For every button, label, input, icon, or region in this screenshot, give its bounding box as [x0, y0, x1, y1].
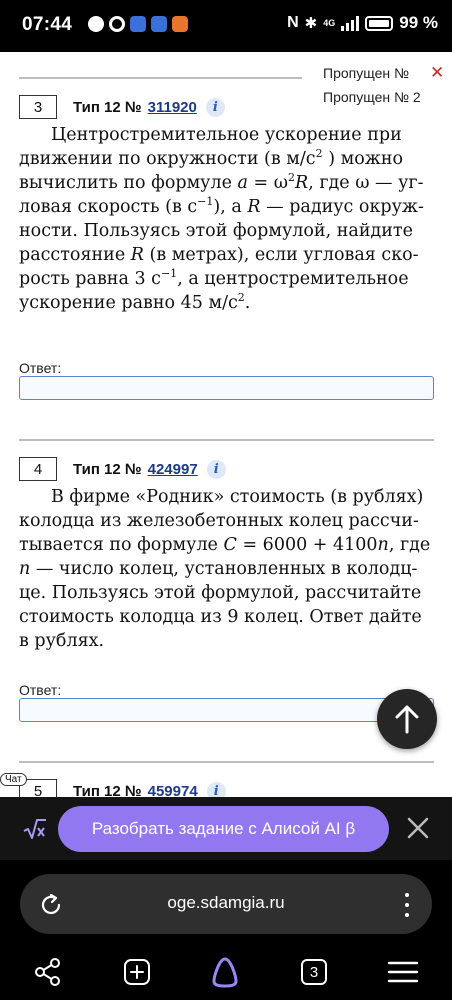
network-type: 4G [323, 17, 336, 28]
separator [19, 439, 434, 441]
tabs-count: 3 [301, 959, 327, 985]
hamburger-icon [387, 961, 419, 983]
status-bar: 07:44 N ✱ 4G 99 % [0, 0, 452, 52]
task-number: 3 [19, 95, 57, 119]
arrow-up-icon [395, 705, 419, 734]
status-time: 07:44 [22, 14, 73, 35]
plus-square-icon [124, 959, 150, 985]
alice-button[interactable] [207, 954, 243, 990]
chat-notification-icon [88, 16, 104, 32]
system-icons: N ✱ 4G 99 % [287, 13, 438, 33]
tabs-button[interactable]: 3 [296, 954, 332, 990]
task-header: 4 Тип 12 № 424997 i [19, 457, 226, 481]
more-icon[interactable] [404, 893, 410, 917]
app-notification-icon [130, 16, 146, 32]
chat-badge[interactable]: Чат [0, 773, 27, 786]
battery-percent: 99 % [399, 13, 438, 32]
task-number: 4 [19, 457, 57, 481]
sqrt-icon[interactable] [22, 816, 48, 842]
task-id-link[interactable]: 311920 [148, 99, 197, 116]
task-text: В фирме «Родник» стоимость (в рублях) ко… [19, 487, 431, 651]
answer-label: Ответ: [19, 360, 62, 376]
address-bar[interactable]: oge.sdamgia.ru [20, 874, 432, 934]
answer-input[interactable] [19, 376, 434, 400]
new-tab-button[interactable] [119, 954, 155, 990]
ring-notification-icon [109, 16, 125, 32]
close-icon[interactable] [404, 814, 432, 842]
info-icon[interactable]: i [205, 97, 225, 117]
close-icon[interactable]: ✕ [430, 63, 444, 83]
alice-icon [212, 957, 238, 988]
info-icon[interactable]: i [206, 459, 226, 479]
share-button[interactable] [30, 954, 66, 990]
menu-button[interactable] [385, 954, 421, 990]
task-text: Центростремительное ускорение при движен… [19, 125, 424, 313]
task-type-label: Тип 12 № [73, 98, 142, 116]
bluetooth-icon: ✱ [304, 15, 318, 32]
notification-icons [88, 16, 188, 32]
battery-icon [365, 15, 394, 31]
bottom-nav: 3 [0, 954, 452, 990]
nfc-icon: N [287, 14, 299, 31]
heart-notification-icon [172, 16, 188, 32]
separator [19, 77, 302, 79]
alice-bar: Разобрать задание с Алисой AI β [0, 797, 452, 860]
scroll-up-button[interactable] [377, 689, 437, 749]
share-icon [35, 958, 60, 986]
missed-item-2[interactable]: Пропущен № 2 [323, 89, 421, 105]
answer-label: Ответ: [19, 682, 62, 698]
separator [19, 761, 434, 763]
alice-explain-button[interactable]: Разобрать задание с Алисой AI β [58, 806, 389, 852]
task-header: 3 Тип 12 № 311920 i [19, 95, 225, 119]
signal-icon [341, 15, 360, 31]
app-notification-icon-2 [151, 16, 167, 32]
url-text: oge.sdamgia.ru [167, 893, 285, 912]
missed-item-1[interactable]: Пропущен № [323, 65, 409, 81]
task-type-label: Тип 12 № [73, 460, 142, 478]
browser-bar: oge.sdamgia.ru 3 [0, 860, 452, 1000]
answer-input[interactable] [19, 698, 434, 722]
task-id-link[interactable]: 424997 [148, 461, 198, 478]
